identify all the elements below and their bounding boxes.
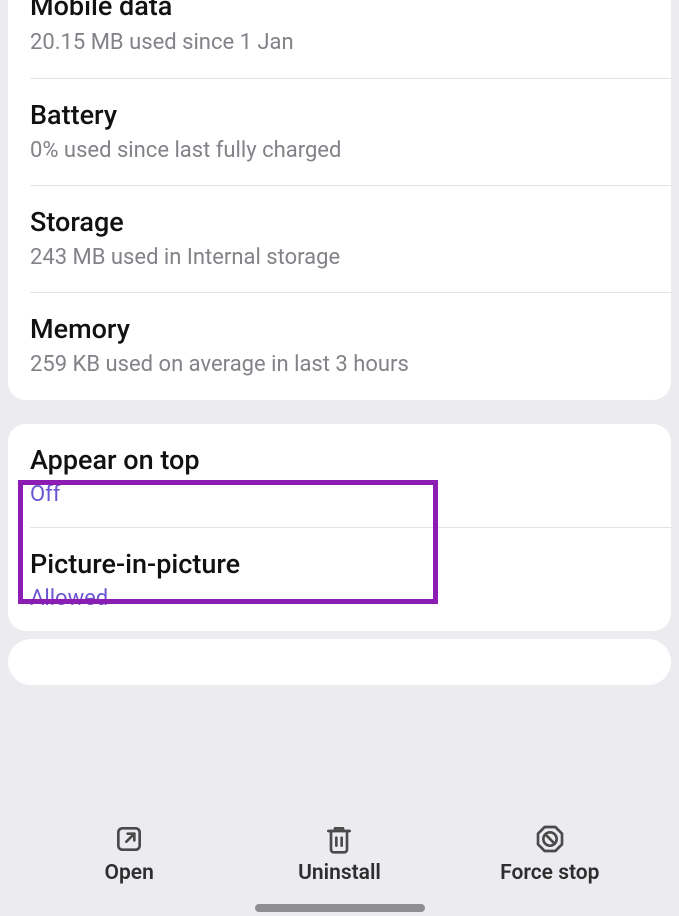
open-button[interactable]: Open — [69, 823, 189, 885]
footer-actions: Open Uninstall Force stop — [0, 798, 679, 916]
row-title: Battery — [30, 97, 649, 133]
memory-row[interactable]: Memory 259 KB used on average in last 3 … — [8, 293, 671, 399]
button-label: Open — [104, 861, 153, 885]
row-value: Allowed — [30, 586, 649, 611]
row-title: Storage — [30, 204, 649, 240]
advanced-card: Appear on top Off Picture-in-picture All… — [8, 424, 671, 632]
row-subtitle: 243 MB used in Internal storage — [30, 243, 649, 273]
row-subtitle: 20.15 MB used since 1 Jan — [30, 28, 649, 58]
row-subtitle: 259 KB used on average in last 3 hours — [30, 350, 649, 380]
picture-in-picture-row[interactable]: Picture-in-picture Allowed — [8, 528, 671, 631]
trash-icon — [323, 823, 355, 855]
blank-card — [8, 639, 671, 685]
row-value: Off — [30, 482, 649, 507]
mobile-data-row[interactable]: Mobile data 20.15 MB used since 1 Jan — [8, 0, 671, 78]
usage-card: Mobile data 20.15 MB used since 1 Jan Ba… — [8, 0, 671, 400]
row-subtitle: 0% used since last fully charged — [30, 136, 649, 166]
force-stop-button[interactable]: Force stop — [490, 823, 610, 885]
prohibit-icon — [534, 823, 566, 855]
open-icon — [113, 823, 145, 855]
nav-handle[interactable] — [255, 904, 425, 912]
storage-row[interactable]: Storage 243 MB used in Internal storage — [8, 186, 671, 292]
uninstall-button[interactable]: Uninstall — [279, 823, 399, 885]
row-title: Picture-in-picture — [30, 546, 649, 582]
appear-on-top-row[interactable]: Appear on top Off — [8, 424, 671, 527]
button-label: Uninstall — [298, 861, 381, 885]
row-title: Appear on top — [30, 442, 649, 478]
row-title: Memory — [30, 311, 649, 347]
battery-row[interactable]: Battery 0% used since last fully charged — [8, 79, 671, 185]
button-label: Force stop — [500, 861, 599, 885]
row-title: Mobile data — [30, 0, 649, 24]
